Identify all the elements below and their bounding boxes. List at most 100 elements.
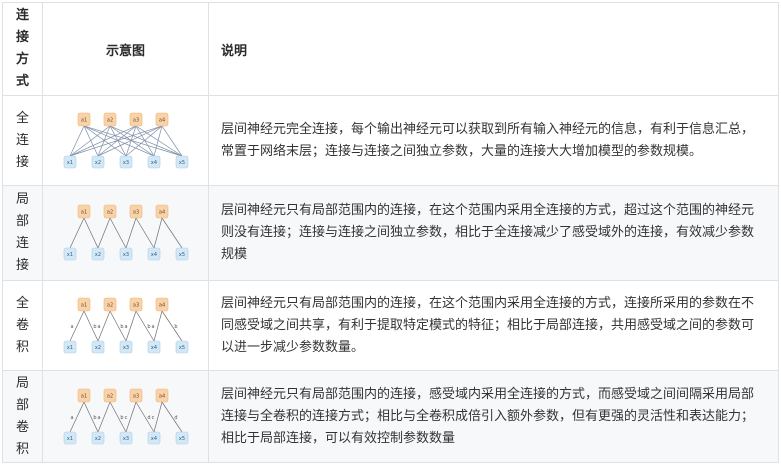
edge xyxy=(135,125,154,156)
edges xyxy=(69,125,182,156)
edge-weight-label: c xyxy=(151,415,154,421)
input-neuron: x3 xyxy=(119,247,132,261)
output-neuron: a1 xyxy=(77,297,90,311)
input-neuron-label: x3 xyxy=(122,252,128,258)
input-neuron: x1 xyxy=(63,340,76,353)
input-neuron: x2 xyxy=(91,431,104,444)
input-neuron-label: x1 xyxy=(66,252,72,258)
output-neuron-label: a2 xyxy=(106,393,112,399)
edge-weight-label: b xyxy=(93,415,96,421)
input-neuron-label: x1 xyxy=(66,160,72,166)
row-name-char: 全 xyxy=(15,295,29,311)
table-row: 局 部 连 接 a1 a2 a3 a4 x1 x2 x3 x4 x5 层间神经元只有局部范围内的… xyxy=(2,185,779,281)
locally-connected-diagram-icon: a1 a2 a3 a4 x1 x2 x3 x4 x5 xyxy=(63,204,188,261)
output-neuron-label: a1 xyxy=(80,117,86,123)
edge xyxy=(161,310,182,341)
input-neuron: x3 xyxy=(119,431,132,444)
row-name-char: 积 xyxy=(15,441,29,457)
row-name-char: 接 xyxy=(15,154,29,170)
output-neuron-label: a2 xyxy=(106,117,112,123)
input-neuron-label: x5 xyxy=(178,252,184,258)
output-neuron-label: a4 xyxy=(158,210,164,216)
edge xyxy=(125,217,136,249)
row-name-char: 连 xyxy=(15,236,29,251)
edge xyxy=(69,125,136,156)
input-neuron-label: x5 xyxy=(178,436,184,442)
output-neuron: a1 xyxy=(77,388,90,402)
edge-weight-label: a xyxy=(70,324,73,330)
input-neuron: x5 xyxy=(175,155,188,168)
input-neuron-label: x3 xyxy=(122,160,128,166)
row-name-char: 积 xyxy=(15,339,29,355)
input-neuron: x5 xyxy=(175,431,188,444)
edge xyxy=(109,401,126,432)
input-neuron-label: x5 xyxy=(178,160,184,166)
input-neuron: x1 xyxy=(63,155,76,168)
edge xyxy=(153,217,162,249)
edge xyxy=(109,125,126,156)
local-convolution-diagram-icon: a b a b c d c da1 a2 a3 a4x1 x2 x3 x4 x5 xyxy=(63,388,188,444)
edge-weight-label: b xyxy=(93,324,96,330)
edge xyxy=(109,125,182,156)
output-neuron-label: a2 xyxy=(106,210,112,216)
convolution-diagram-icon: a b a b a b a ba1 a2 a3 a4x1 x2 x3 x4 x5 xyxy=(63,297,188,353)
row-name: 全 卷 积 xyxy=(2,280,43,371)
edge-weight-label: b xyxy=(120,415,123,421)
edge-weight-label: d xyxy=(174,415,177,421)
edge-weight-label: a xyxy=(97,415,100,421)
output-neuron: a3 xyxy=(129,297,142,311)
input-neuron: x2 xyxy=(91,247,104,261)
input-neuron: x4 xyxy=(147,340,160,353)
output-neuron-label: a4 xyxy=(158,393,164,399)
row-name-char: 部 xyxy=(15,397,29,413)
edge-weight-label: b xyxy=(147,324,150,330)
output-neuron: a3 xyxy=(129,204,142,219)
input-neuron: x4 xyxy=(147,247,160,261)
row-description: 层间神经元只有局部范围内的连接，在这个范围内采用全连接的方式，超过这个范围的神经… xyxy=(208,185,779,281)
input-neuron-label: x4 xyxy=(150,160,156,166)
input-neuron: x5 xyxy=(175,247,188,261)
header-diagram: 示意图 xyxy=(42,2,209,96)
edge-weight-label: a xyxy=(70,415,73,421)
row-name-char: 卷 xyxy=(15,419,29,435)
output-neuron-label: a3 xyxy=(132,393,138,399)
table-row: 全 卷 积 a b a b a b a b a1 a2 a3 a4 x1 x2 x3 x4 x5 层间神经元只有… xyxy=(2,280,779,371)
row-name: 局 部 卷 积 xyxy=(2,370,43,463)
edge-weight-label: a xyxy=(151,324,154,330)
output-neuron: a3 xyxy=(129,112,142,126)
header-char: 接 xyxy=(15,30,29,45)
edge xyxy=(109,217,126,249)
header-description: 说明 xyxy=(208,2,779,96)
input-neuron-label: x2 xyxy=(94,436,100,442)
input-neuron: x1 xyxy=(63,431,76,444)
header-char: 方 xyxy=(15,52,29,67)
output-neuron-label: a4 xyxy=(158,117,164,123)
input-neuron-label: x4 xyxy=(150,345,156,351)
input-neuron: x1 xyxy=(63,247,76,261)
input-neuron-label: x4 xyxy=(150,252,156,258)
edges: ababcdcd xyxy=(69,401,182,432)
edge-weight-label: b xyxy=(174,324,177,330)
output-neuron-label: a1 xyxy=(80,302,86,308)
header-row: 连 接 方 式 示意图 说明 xyxy=(2,2,779,96)
row-name-char: 卷 xyxy=(15,317,29,333)
edge xyxy=(69,125,84,156)
output-neuron: a4 xyxy=(155,297,168,311)
input-neuron: x2 xyxy=(91,340,104,353)
input-neuron-label: x1 xyxy=(66,345,72,351)
output-neuron: a2 xyxy=(103,112,116,126)
header-char: 式 xyxy=(15,74,29,89)
input-neuron-label: x3 xyxy=(122,436,128,442)
output-neuron-label: a4 xyxy=(158,302,164,308)
row-diagram-cell: a1 a2 a3 a4 x1 x2 x3 x4 x5 xyxy=(42,95,209,186)
row-name-char: 局 xyxy=(15,375,29,391)
input-neuron: x4 xyxy=(147,431,160,444)
row-name-char: 连 xyxy=(15,132,29,148)
output-neuron: a2 xyxy=(103,388,116,402)
row-diagram-cell: a b a b a b a b a1 a2 a3 a4 x1 x2 x3 x4 x5 xyxy=(42,280,209,371)
edge-weight-label: b xyxy=(120,324,123,330)
input-neuron: x4 xyxy=(147,155,160,168)
row-description: 层间神经元完全连接，每个输出神经元可以获取到所有输入神经元的信息，有利于信息汇总… xyxy=(208,95,779,186)
row-name: 全 连 接 xyxy=(2,95,43,186)
header-char: 连 xyxy=(15,8,29,23)
